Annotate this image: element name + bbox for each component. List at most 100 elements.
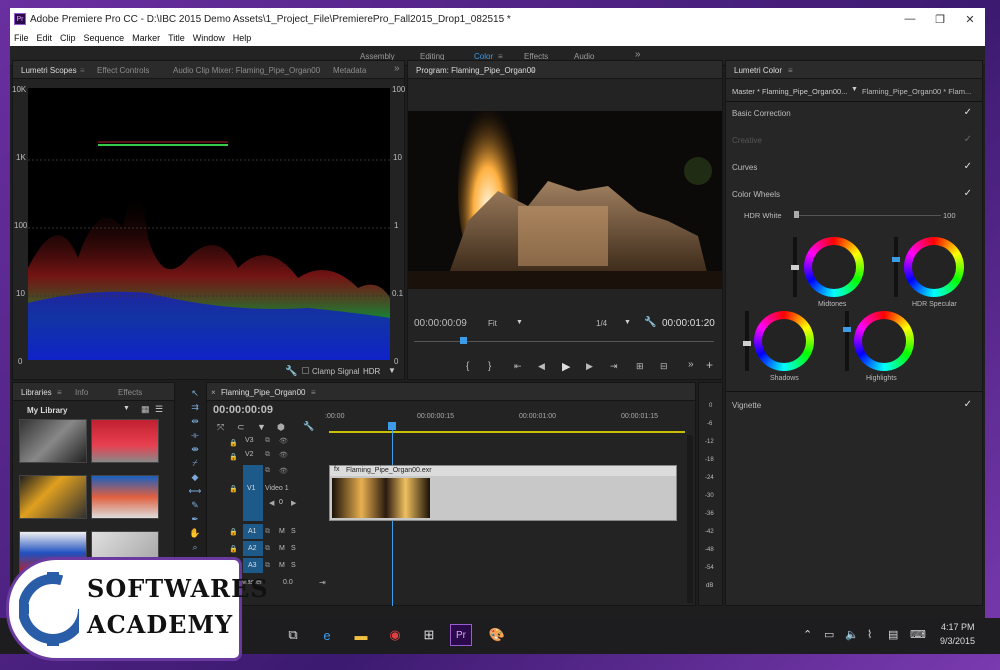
store-icon[interactable]: ⊞ xyxy=(418,624,440,646)
hdr-specular-slider[interactable] xyxy=(892,237,900,297)
add-button-icon[interactable]: + xyxy=(706,358,713,372)
menu-marker[interactable]: Marker xyxy=(128,33,164,43)
clip-dropdown-arrow-icon[interactable]: ▼ xyxy=(851,86,858,93)
clamp-signal-checkbox[interactable] xyxy=(302,367,309,374)
a2-solo-button[interactable]: S xyxy=(291,545,296,552)
keyframe-next-icon[interactable]: ▶ xyxy=(291,499,296,507)
tab-audio-clip-mixer[interactable]: Audio Clip Mixer: Flaming_Pipe_Organ00 xyxy=(173,66,320,75)
tab-effects[interactable]: Effects xyxy=(118,388,142,397)
snap-icon[interactable]: ⤧ xyxy=(217,422,224,433)
library-dropdown-icon[interactable]: ▼ xyxy=(123,405,130,412)
hdr-white-slider[interactable] xyxy=(796,215,941,216)
rolling-edit-tool-icon[interactable]: ⟛ xyxy=(188,430,202,442)
basic-correction-check-icon[interactable]: ✓ xyxy=(964,107,972,118)
library-thumb-4[interactable] xyxy=(91,475,159,519)
tab-effect-controls[interactable]: Effect Controls xyxy=(97,66,149,75)
mark-in-icon[interactable]: { xyxy=(466,361,469,372)
v1-toggle-icon[interactable]: ⧉ xyxy=(265,467,270,475)
wrench-icon[interactable]: 🔧 xyxy=(285,366,297,377)
v1-eye-icon[interactable]: 👁 xyxy=(279,467,288,475)
ripple-edit-tool-icon[interactable]: ⇹ xyxy=(188,416,202,428)
list-view-icon[interactable]: ☰ xyxy=(155,404,163,415)
hdr-white-value[interactable]: 100 xyxy=(943,211,956,220)
hdr-dropdown-arrow-icon[interactable]: ▼ xyxy=(388,366,396,375)
extract-icon[interactable]: ⊟ xyxy=(660,361,668,372)
tab-menu-icon[interactable]: ≡ xyxy=(80,66,85,75)
zoom-tool-icon[interactable]: ⌕ xyxy=(188,542,202,554)
lumetri-color-title[interactable]: Lumetri Color xyxy=(734,66,782,75)
curves-check-icon[interactable]: ✓ xyxy=(964,161,972,172)
slip-tool-icon[interactable]: ◆ xyxy=(188,472,202,484)
play-icon[interactable]: ▶ xyxy=(562,360,570,373)
track-v2-label[interactable]: V2 xyxy=(245,451,254,458)
midtones-slider[interactable] xyxy=(791,237,799,297)
marker-icon[interactable]: ⬢ xyxy=(277,422,285,433)
v3-eye-icon[interactable]: 👁 xyxy=(279,437,288,445)
chrome-icon[interactable]: ◉ xyxy=(384,624,406,646)
scopes-more-icon[interactable]: » xyxy=(394,63,400,74)
track-v1-target[interactable] xyxy=(243,465,263,521)
midtones-wheel[interactable] xyxy=(804,237,864,297)
section-vignette[interactable]: Vignette xyxy=(732,401,761,410)
resolution-dropdown-arrow-icon[interactable]: ▼ xyxy=(624,319,631,326)
mark-out-icon[interactable]: } xyxy=(488,361,491,372)
v2-toggle-icon[interactable]: ⧉ xyxy=(265,451,270,459)
color-wheels-check-icon[interactable]: ✓ xyxy=(964,188,972,199)
settings-wrench-icon[interactable]: 🔧 xyxy=(644,317,656,328)
battery-icon[interactable]: ▭ xyxy=(824,628,834,641)
add-marker-icon[interactable]: ▼ xyxy=(257,422,266,432)
v3-toggle-icon[interactable]: ⧉ xyxy=(265,437,270,445)
step-back-icon[interactable]: ◀ xyxy=(538,361,545,372)
keyframe-prev-icon[interactable]: ◀ xyxy=(269,499,274,507)
tab-lumetri-scopes[interactable]: Lumetri Scopes xyxy=(21,66,77,75)
hdr-dropdown[interactable]: HDR xyxy=(363,367,380,376)
lock-v1-icon[interactable]: 🔒 xyxy=(229,485,238,493)
program-menu-icon[interactable]: ≡ xyxy=(530,66,535,75)
linked-selection-icon[interactable]: ⊂ xyxy=(237,422,245,433)
master-go-to-end-icon[interactable]: ⇥ xyxy=(319,578,326,587)
menu-clip[interactable]: Clip xyxy=(56,33,80,43)
workspace-more-icon[interactable]: » xyxy=(635,49,641,60)
resolution-dropdown[interactable]: 1/4 xyxy=(596,319,607,328)
slide-tool-icon[interactable]: ⟷ xyxy=(188,486,202,498)
a1-solo-button[interactable]: S xyxy=(291,528,296,535)
hand-tool-icon[interactable]: ✋ xyxy=(188,528,202,540)
fit-dropdown-arrow-icon[interactable]: ▼ xyxy=(516,319,523,326)
menu-title[interactable]: Title xyxy=(164,33,189,43)
v1-opacity-value[interactable]: 0 xyxy=(279,499,283,506)
a3-solo-button[interactable]: S xyxy=(291,562,296,569)
program-title[interactable]: Program: Flaming_Pipe_Organ00 xyxy=(416,66,536,75)
timeline-menu-icon[interactable]: ≡ xyxy=(311,388,316,397)
hdr-specular-wheel[interactable] xyxy=(904,237,964,297)
menu-edit[interactable]: Edit xyxy=(33,33,57,43)
track-select-tool-icon[interactable]: ⇉ xyxy=(188,402,202,414)
a1-mute-button[interactable]: M xyxy=(279,528,285,535)
tray-expand-icon[interactable]: ⌃ xyxy=(803,628,812,641)
lumetri-color-menu-icon[interactable]: ≡ xyxy=(788,66,793,75)
vignette-check-icon[interactable]: ✓ xyxy=(964,399,972,410)
lock-a1-icon[interactable]: 🔒 xyxy=(229,528,238,536)
clock-date[interactable]: 9/3/2015 xyxy=(940,636,975,646)
section-creative[interactable]: Creative xyxy=(732,136,762,145)
a2-sync-icon[interactable]: ⧉ xyxy=(265,545,270,553)
a1-sync-icon[interactable]: ⧉ xyxy=(265,528,270,536)
section-curves[interactable]: Curves xyxy=(732,163,757,172)
menu-file[interactable]: File xyxy=(10,33,33,43)
library-thumb-2[interactable] xyxy=(91,419,159,463)
track-v3-label[interactable]: V3 xyxy=(245,437,254,444)
close-sequence-icon[interactable]: × xyxy=(211,388,216,397)
clock-time[interactable]: 4:17 PM xyxy=(941,622,975,632)
step-forward-icon[interactable]: ▶ xyxy=(586,361,593,372)
rate-stretch-tool-icon[interactable]: ⇼ xyxy=(188,444,202,456)
timeline-wrench-icon[interactable]: 🔧 xyxy=(303,421,314,432)
minimize-button[interactable]: — xyxy=(895,8,925,30)
libraries-menu-icon[interactable]: ≡ xyxy=(57,388,62,397)
go-to-in-icon[interactable]: ⇤ xyxy=(514,361,522,372)
library-thumb-3[interactable] xyxy=(19,475,87,519)
master-clip-selector[interactable]: Master * Flaming_Pipe_Organ00... xyxy=(732,87,847,96)
highlights-slider[interactable] xyxy=(843,311,851,371)
shadows-slider[interactable] xyxy=(743,311,751,371)
timeline-timecode[interactable]: 00:00:00:09 xyxy=(213,404,273,416)
pen-tool-icon[interactable]: ✎ xyxy=(188,500,202,512)
a3-sync-icon[interactable]: ⧉ xyxy=(265,562,270,570)
